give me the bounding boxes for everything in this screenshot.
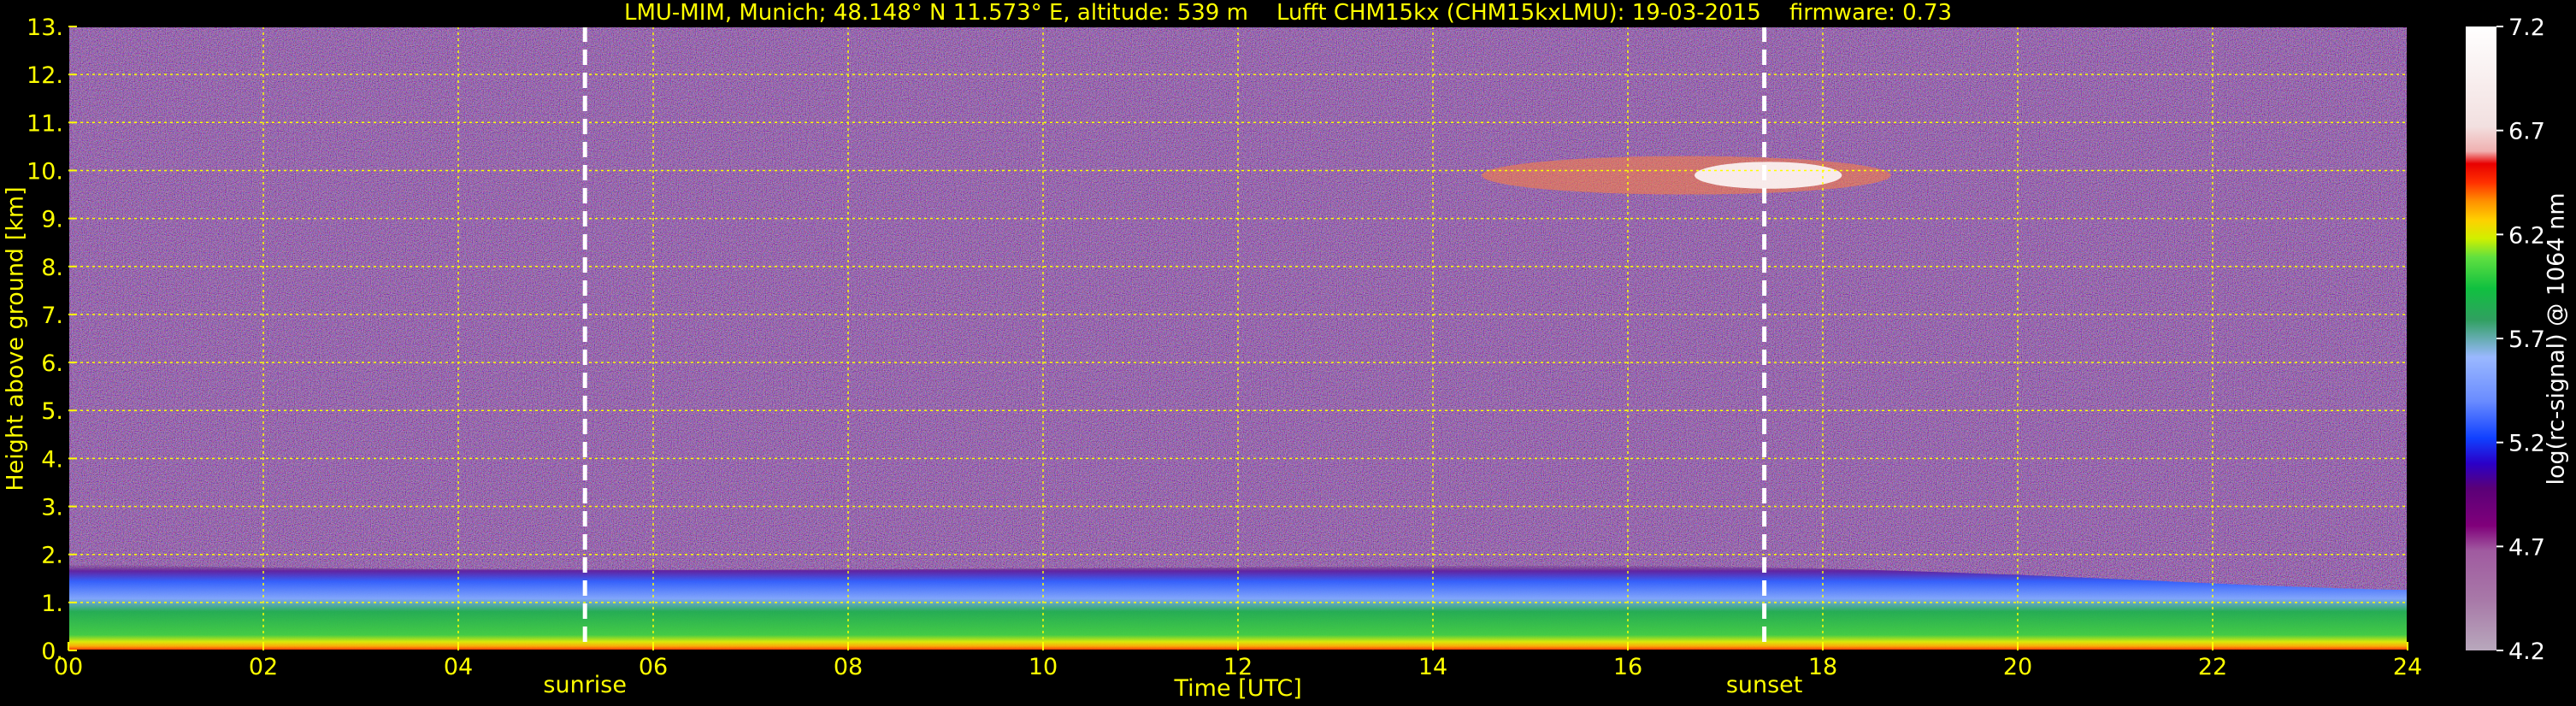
colorbar-tick-label: 7.2 bbox=[2508, 15, 2545, 41]
y-tick-label: 1. bbox=[41, 591, 63, 617]
y-tick-label: 9. bbox=[41, 207, 63, 233]
event-label-sunrise: sunrise bbox=[543, 672, 627, 698]
colorbar-tick-label: 6.2 bbox=[2508, 222, 2545, 249]
y-tick-label: 12. bbox=[27, 62, 63, 89]
y-tick-label: 4. bbox=[41, 446, 63, 473]
x-tick-label: 08 bbox=[834, 654, 863, 680]
colorbar-tick-label: 4.2 bbox=[2508, 638, 2545, 665]
x-tick-label: 04 bbox=[444, 654, 473, 680]
x-tick-label: 24 bbox=[2393, 654, 2422, 680]
x-tick-label: 16 bbox=[1613, 654, 1642, 680]
x-tick-label: 22 bbox=[2198, 654, 2227, 680]
colorbar-tick-label: 5.2 bbox=[2508, 431, 2545, 457]
x-tick-label: 18 bbox=[1808, 654, 1837, 680]
y-tick-label: 13. bbox=[27, 15, 63, 41]
colorbar-label: log(rc-signal) @ 1064 nm bbox=[2543, 191, 2570, 485]
x-tick-label: 06 bbox=[639, 654, 668, 680]
colorbar-scale bbox=[2466, 26, 2496, 650]
y-tick-label: 5. bbox=[41, 398, 63, 425]
y-tick-label: 2. bbox=[41, 543, 63, 569]
y-tick-label: 3. bbox=[41, 495, 63, 521]
y-tick-label: 7. bbox=[41, 303, 63, 329]
ceilometer-chart: sunrise sunset 00 02 04 06 08 10 12 14 16 18 20 22 24… bbox=[27, 15, 2545, 698]
x-tick-label: 14 bbox=[1418, 654, 1447, 680]
event-label-sunset: sunset bbox=[1726, 672, 1803, 698]
y-tick-label: 6. bbox=[41, 350, 63, 377]
y-tick-label: 10. bbox=[27, 158, 63, 185]
colorbar-tick-label: 4.7 bbox=[2508, 534, 2545, 561]
colorbar-tick-label: 5.7 bbox=[2508, 327, 2545, 353]
y-tick-label: 11. bbox=[27, 110, 63, 137]
x-tick-label: 02 bbox=[249, 654, 278, 680]
y-axis-label: Height above ground [km] bbox=[2, 185, 29, 491]
colorbar-tick-label: 6.7 bbox=[2508, 119, 2545, 145]
x-tick-label: 10 bbox=[1029, 654, 1058, 680]
y-tick-label: 0. bbox=[41, 638, 63, 665]
x-tick-label: 20 bbox=[2003, 654, 2032, 680]
feature-cirrus-core bbox=[1694, 162, 1842, 189]
y-tick-label: 8. bbox=[41, 255, 63, 281]
x-axis-label: Time [UTC] bbox=[1174, 675, 1302, 702]
